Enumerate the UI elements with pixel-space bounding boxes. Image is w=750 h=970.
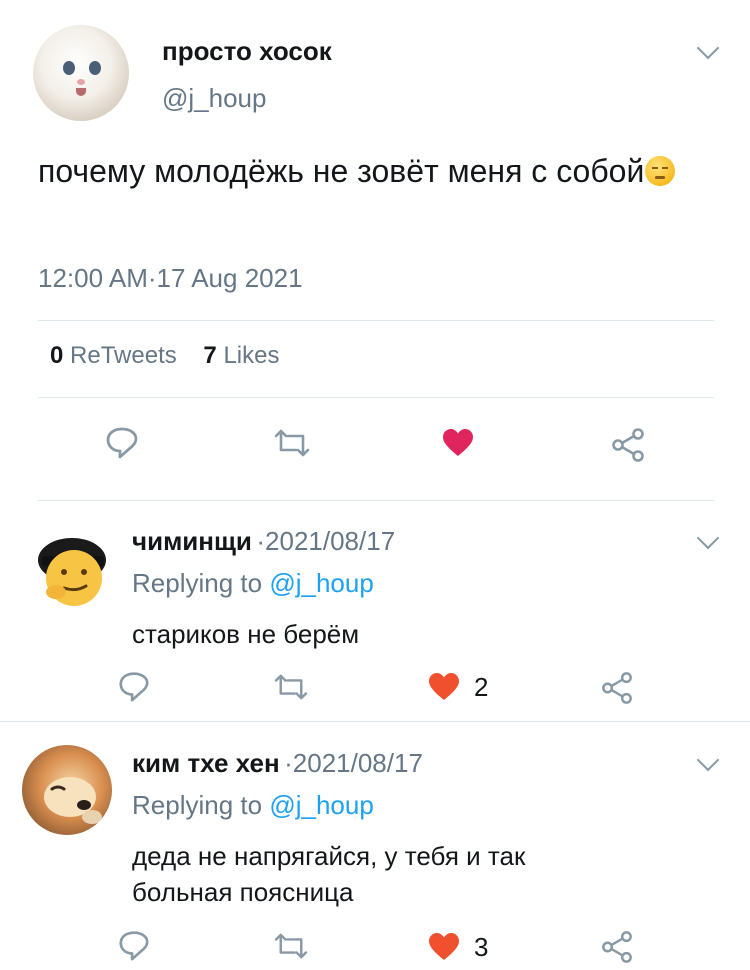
like-count: 3 [474,932,489,962]
reply-header: ким тхе хен ·2021/08/17 [132,748,423,779]
reply-text: стариков не берём [132,619,360,649]
retweet-icon[interactable] [272,428,312,458]
share-icon[interactable] [610,427,646,463]
retweet-icon[interactable] [272,932,310,960]
retweet-icon[interactable] [272,673,310,701]
replying-prefix: Replying to [132,568,263,598]
likes-count[interactable]: 7 [203,342,216,369]
chevron-down-icon[interactable] [696,748,720,772]
retweets-label[interactable]: ReTweets [70,342,177,369]
divider [0,721,750,722]
replying-to: Replying to @j_houp [132,790,374,821]
reply-date[interactable]: ·2021/08/17 [284,748,423,778]
reply-icon[interactable] [117,928,151,962]
reply-header: чиминщи ·2021/08/17 [132,526,395,557]
reply-avatar[interactable] [22,745,112,835]
replying-prefix: Replying to [132,790,263,820]
reply-date[interactable]: ·2021/08/17 [256,526,395,556]
reply-avatar[interactable] [22,520,112,610]
replying-to: Replying to @j_houp [132,568,374,599]
like-icon[interactable] [442,428,474,458]
author-handle[interactable]: @j_houp [162,83,266,114]
like-icon[interactable] [428,672,460,702]
reply-author-name[interactable]: чиминщи [132,526,252,556]
divider [38,397,714,398]
reply-text: деда не напрягайся, у тебя и так больная… [132,841,526,907]
tweet-text: почему молодёжь не зовёт меня с собой [38,148,698,194]
pensive-face-emoji [645,156,676,186]
likes-label[interactable]: Likes [223,342,279,369]
tweet-text-content: почему молодёжь не зовёт меня с собой [38,153,645,189]
reply-author-name[interactable]: ким тхе хен [132,748,280,778]
dog-avatar [44,777,102,824]
divider [38,500,714,501]
tweet-timestamp[interactable]: 12:00 AM·17 Aug 2021 [38,263,303,294]
chevron-down-icon[interactable] [696,526,720,550]
cat-nose [77,79,85,85]
share-icon[interactable] [600,930,634,964]
reply-icon[interactable] [117,669,151,703]
tweet-stats: 0 ReTweets 7 Likes [50,342,279,370]
like-icon[interactable] [428,932,460,962]
divider [38,320,714,321]
author-avatar[interactable] [33,25,129,121]
like-count: 2 [474,672,489,702]
author-name[interactable]: просто хосок [162,36,332,67]
face-emoji-avatar [38,538,106,606]
cat-eye-left [63,61,75,75]
replying-handle[interactable]: @j_houp [269,790,373,820]
retweets-count[interactable]: 0 [50,342,63,369]
chevron-down-icon[interactable] [696,36,720,60]
cat-eye-right [89,61,101,75]
replying-handle[interactable]: @j_houp [269,568,373,598]
share-icon[interactable] [600,671,634,705]
reply-icon[interactable] [104,424,140,460]
cat-mouth [76,88,86,96]
